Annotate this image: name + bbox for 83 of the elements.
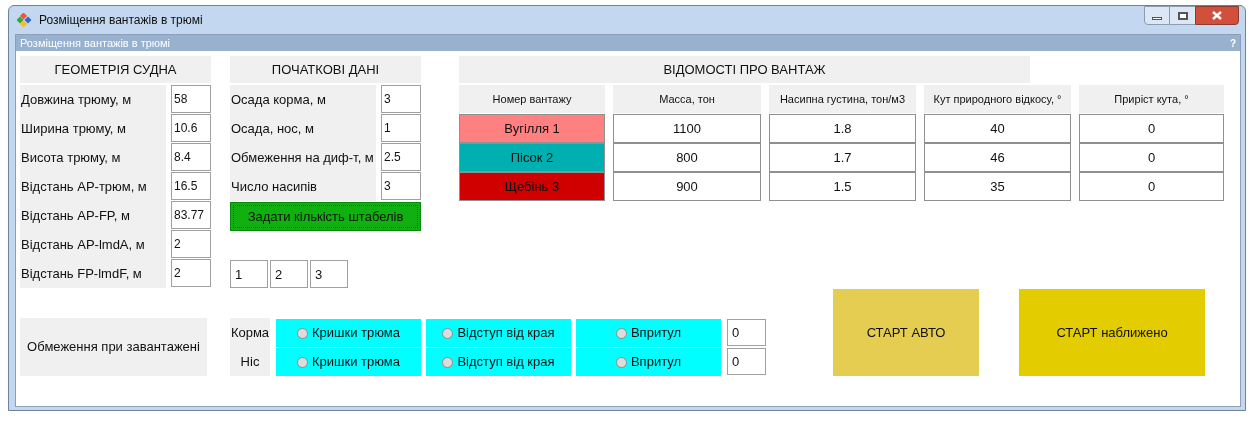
input-field[interactable]: 40	[924, 114, 1071, 143]
section-title: ГЕОМЕТРІЯ СУДНА	[20, 56, 211, 83]
radio-option[interactable]: Впритул	[576, 319, 721, 347]
field-label: Осада корма, м	[230, 85, 376, 114]
input-field[interactable]: 0	[727, 348, 766, 375]
option-label: Кришки трюма	[312, 324, 400, 343]
section-title: ВІДОМОСТІ ПРО ВАНТАЖ	[459, 56, 1030, 83]
field-label: Відстань FP-lmdF, м	[20, 259, 166, 288]
input-field[interactable]: 0	[727, 319, 766, 346]
field-label: Ширина трюму, м	[20, 114, 166, 143]
input-field[interactable]: 2	[270, 260, 308, 288]
input-field[interactable]: 800	[613, 143, 761, 172]
option-label: Впритул	[630, 324, 682, 343]
close-button[interactable]	[1195, 6, 1239, 25]
input-field[interactable]: 16.5	[171, 172, 211, 200]
radio-button[interactable]	[297, 356, 308, 368]
field-label: Обмеження на диф-т, м	[230, 143, 376, 172]
input-field[interactable]: 0	[1079, 114, 1224, 143]
radio-button[interactable]	[442, 356, 454, 368]
input-field[interactable]: 1	[230, 260, 268, 288]
row-label: Корма	[230, 323, 270, 342]
input-field[interactable]: 1.8	[769, 114, 916, 143]
input-field[interactable]: 900	[613, 172, 761, 201]
set-stacks-button[interactable]: Задати кількість штабелів	[230, 202, 421, 231]
radio-button[interactable]	[615, 327, 627, 339]
input-field[interactable]: 1.7	[769, 143, 916, 172]
input-field[interactable]: 46	[924, 143, 1071, 172]
minimize-icon	[1152, 16, 1162, 20]
field-label: Число насипів	[230, 172, 376, 201]
loading-limits-label: Обмеження при завантажені	[20, 318, 207, 376]
maximize-icon	[1177, 11, 1188, 20]
input-field[interactable]: 2.5	[381, 143, 421, 171]
input-field[interactable]: 3	[310, 260, 348, 288]
cargo-name-cell: Пісок 2	[459, 143, 605, 172]
radio-option[interactable]: Кришки трюма	[276, 319, 421, 347]
field-label: Відстань AP-FP, м	[20, 201, 166, 230]
field-label: Довжина трюму, м	[20, 85, 166, 114]
maximize-button[interactable]	[1170, 6, 1195, 25]
radio-button[interactable]	[615, 356, 627, 368]
input-field[interactable]: 0	[1079, 172, 1224, 201]
radio-option[interactable]: Кришки трюма	[276, 348, 421, 376]
input-field[interactable]: 2	[171, 230, 211, 258]
field-label: Відстань AP-lmdA, м	[20, 230, 166, 259]
input-field[interactable]: 1100	[613, 114, 761, 143]
input-field[interactable]: 8.4	[171, 143, 211, 171]
input-field[interactable]: 2	[171, 259, 211, 287]
input-field[interactable]: 1.5	[769, 172, 916, 201]
section-title: ПОЧАТКОВІ ДАНІ	[230, 56, 421, 83]
field-label: Відстань АР-трюм, м	[20, 172, 166, 201]
input-field[interactable]: 83.77	[171, 201, 211, 229]
cargo-name-cell: Вугілля 1	[459, 114, 605, 143]
field-label: Висота трюму, м	[20, 143, 166, 172]
window-title: Розміщення вантажів в трюмі	[39, 12, 203, 29]
row-label: Ніс	[239, 352, 261, 371]
start-button[interactable]: СТАРТ АВТО	[833, 289, 979, 376]
column-header: Масса, тон	[613, 85, 761, 113]
option-label: Кришки трюма	[312, 353, 400, 372]
option-label: Відступ від края	[457, 353, 555, 372]
input-field[interactable]: 0	[1079, 143, 1224, 172]
close-icon	[1212, 11, 1222, 20]
input-field[interactable]: 3	[381, 172, 421, 200]
radio-button[interactable]	[442, 327, 454, 339]
input-field[interactable]: 1	[381, 114, 421, 142]
start-button[interactable]: СТАРТ наближено	[1019, 289, 1205, 376]
column-header: Номер вантажу	[459, 85, 605, 113]
option-label: Відступ від края	[457, 324, 555, 343]
form-caption: Розміщення вантажів в трюмі	[20, 35, 170, 51]
input-field[interactable]: 10.6	[171, 114, 211, 142]
field-label: Осада, нос, м	[230, 114, 376, 143]
radio-option[interactable]: Впритул	[576, 348, 721, 376]
radio-button[interactable]	[297, 327, 308, 339]
option-label: Впритул	[630, 353, 682, 372]
column-header: Насипна густина, тон/м3	[769, 85, 916, 113]
radio-option[interactable]: Відступ від края	[426, 348, 571, 376]
input-field[interactable]: 3	[381, 85, 421, 113]
radio-option[interactable]: Відступ від края	[426, 319, 571, 347]
cargo-name-cell: Щебінь 3	[459, 172, 605, 201]
column-header: Приріст кута, °	[1079, 85, 1224, 113]
app-icon	[17, 13, 31, 27]
input-field[interactable]: 58	[171, 85, 211, 113]
input-field[interactable]: 35	[924, 172, 1071, 201]
minimize-button[interactable]	[1144, 6, 1170, 25]
column-header: Кут природного відкосу, °	[924, 85, 1071, 113]
